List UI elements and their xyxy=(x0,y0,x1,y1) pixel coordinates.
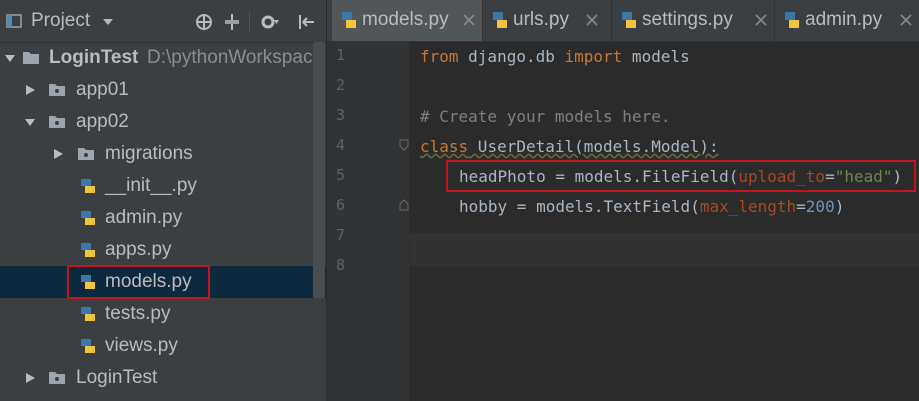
close-icon[interactable] xyxy=(754,13,768,27)
line-number: 6 xyxy=(335,196,345,214)
line-number-gutter[interactable]: 1 2 3 4 5 6 7 8 xyxy=(327,42,409,401)
line-number: 2 xyxy=(335,76,345,94)
package-folder-icon xyxy=(49,84,65,96)
number-token: 200 xyxy=(805,197,835,216)
collapsed-arrow-icon[interactable] xyxy=(52,148,64,160)
tree-item-label: apps.py xyxy=(105,239,172,260)
tree-item-label: migrations xyxy=(105,143,193,164)
keyword-token: from xyxy=(420,47,459,66)
code-editor[interactable]: from django.db import models # Create yo… xyxy=(410,42,919,401)
line-number: 5 xyxy=(335,166,345,184)
line-number: 1 xyxy=(335,46,345,64)
code-token: ) xyxy=(834,197,845,216)
project-view-icon xyxy=(6,14,22,28)
code-token: models xyxy=(622,47,690,66)
tree-row-migrations[interactable]: migrations xyxy=(0,138,326,170)
project-sidebar: Project LoginTest D:\pythonWorkspace app… xyxy=(0,0,326,401)
python-file-icon xyxy=(493,12,507,28)
tab-label: urls.py xyxy=(513,9,569,30)
header-separator xyxy=(249,12,250,32)
comment-token: # Create your models here. xyxy=(420,107,671,126)
tab-label: admin.py xyxy=(805,9,883,30)
tree-row-root[interactable]: LoginTest D:\pythonWorkspace xyxy=(0,42,326,74)
python-file-icon xyxy=(81,179,95,193)
keyword-token: import xyxy=(564,47,623,66)
sidebar-scrollbar[interactable] xyxy=(313,42,325,298)
tree-row-init[interactable]: __init__.py xyxy=(0,170,326,202)
tree-row-views[interactable]: views.py xyxy=(0,330,326,362)
collapsed-arrow-icon[interactable] xyxy=(24,84,36,96)
project-view-title[interactable]: Project xyxy=(31,10,90,32)
code-line-4: class UserDetail(models.Model): xyxy=(420,132,719,162)
tab-urls[interactable]: urls.py xyxy=(483,0,611,41)
line-number: 4 xyxy=(335,136,345,154)
code-line-6: hobby = models.TextField(max_length=200) xyxy=(459,192,844,222)
tree-item-label: LoginTest xyxy=(76,367,158,388)
collapse-all-icon[interactable] xyxy=(223,13,241,31)
tree-row-apps[interactable]: apps.py xyxy=(0,234,326,266)
param-token: max_length xyxy=(699,197,797,216)
python-file-icon xyxy=(81,211,95,225)
python-file-icon xyxy=(785,12,799,28)
tree-item-label: views.py xyxy=(105,335,178,356)
highlight-box-models xyxy=(67,265,210,299)
tree-item-label: app01 xyxy=(76,79,129,100)
hide-panel-icon[interactable] xyxy=(298,13,316,31)
close-icon[interactable] xyxy=(899,13,913,27)
python-file-icon xyxy=(81,307,95,321)
keyword-token: class xyxy=(420,137,469,156)
locate-target-icon[interactable] xyxy=(195,13,213,31)
tree-item-label: tests.py xyxy=(105,303,171,324)
tab-label: models.py xyxy=(362,9,449,30)
expanded-arrow-icon[interactable] xyxy=(4,52,16,64)
tab-admin[interactable]: admin.py xyxy=(775,0,919,41)
tab-settings[interactable]: settings.py xyxy=(612,0,774,41)
project-path: D:\pythonWorkspace xyxy=(147,47,324,68)
chevron-down-icon[interactable] xyxy=(102,18,114,26)
close-icon[interactable] xyxy=(462,13,476,27)
tree-row-app02[interactable]: app02 xyxy=(0,106,326,138)
code-token: hobby = models.TextField( xyxy=(459,197,700,216)
python-file-icon xyxy=(81,243,95,257)
code-token: = xyxy=(796,197,806,216)
code-token: UserDetail(models.Model): xyxy=(468,137,719,156)
tree-item-label: LoginTest xyxy=(49,47,139,68)
close-icon[interactable] xyxy=(585,13,599,27)
code-token: django.db xyxy=(458,47,565,66)
code-line-3: # Create your models here. xyxy=(420,102,670,132)
tree-item-label: app02 xyxy=(76,111,129,132)
tree-row-app01[interactable]: app01 xyxy=(0,74,326,106)
gear-icon[interactable] xyxy=(259,13,279,31)
expanded-arrow-icon[interactable] xyxy=(24,116,36,128)
package-folder-icon xyxy=(78,148,94,160)
python-file-icon xyxy=(342,12,356,28)
tree-row-admin[interactable]: admin.py xyxy=(0,202,326,234)
tree-row-logintest-pkg[interactable]: LoginTest xyxy=(0,362,326,394)
fold-start-icon[interactable] xyxy=(399,139,409,151)
collapsed-arrow-icon[interactable] xyxy=(24,372,36,384)
line-number: 3 xyxy=(335,106,345,124)
python-file-icon xyxy=(81,339,95,353)
folder-icon xyxy=(23,52,39,64)
current-line-highlight xyxy=(410,233,919,266)
package-folder-icon xyxy=(49,372,65,384)
sidebar-header: Project xyxy=(0,0,326,43)
tree-row-tests[interactable]: tests.py xyxy=(0,298,326,330)
highlight-box-headphoto xyxy=(446,160,916,192)
tree-item-label: __init__.py xyxy=(105,175,197,196)
tree-item-label: admin.py xyxy=(105,207,183,228)
line-number: 8 xyxy=(335,256,345,274)
line-number: 7 xyxy=(335,226,345,244)
code-line-1: from django.db import models xyxy=(420,42,690,72)
editor-tab-bar: models.py urls.py settings.py admin.py xyxy=(327,0,919,42)
package-folder-icon xyxy=(49,116,65,128)
tab-label: settings.py xyxy=(642,9,733,30)
python-file-icon xyxy=(622,12,636,28)
tab-models[interactable]: models.py xyxy=(332,0,482,41)
fold-end-icon[interactable] xyxy=(399,199,409,211)
